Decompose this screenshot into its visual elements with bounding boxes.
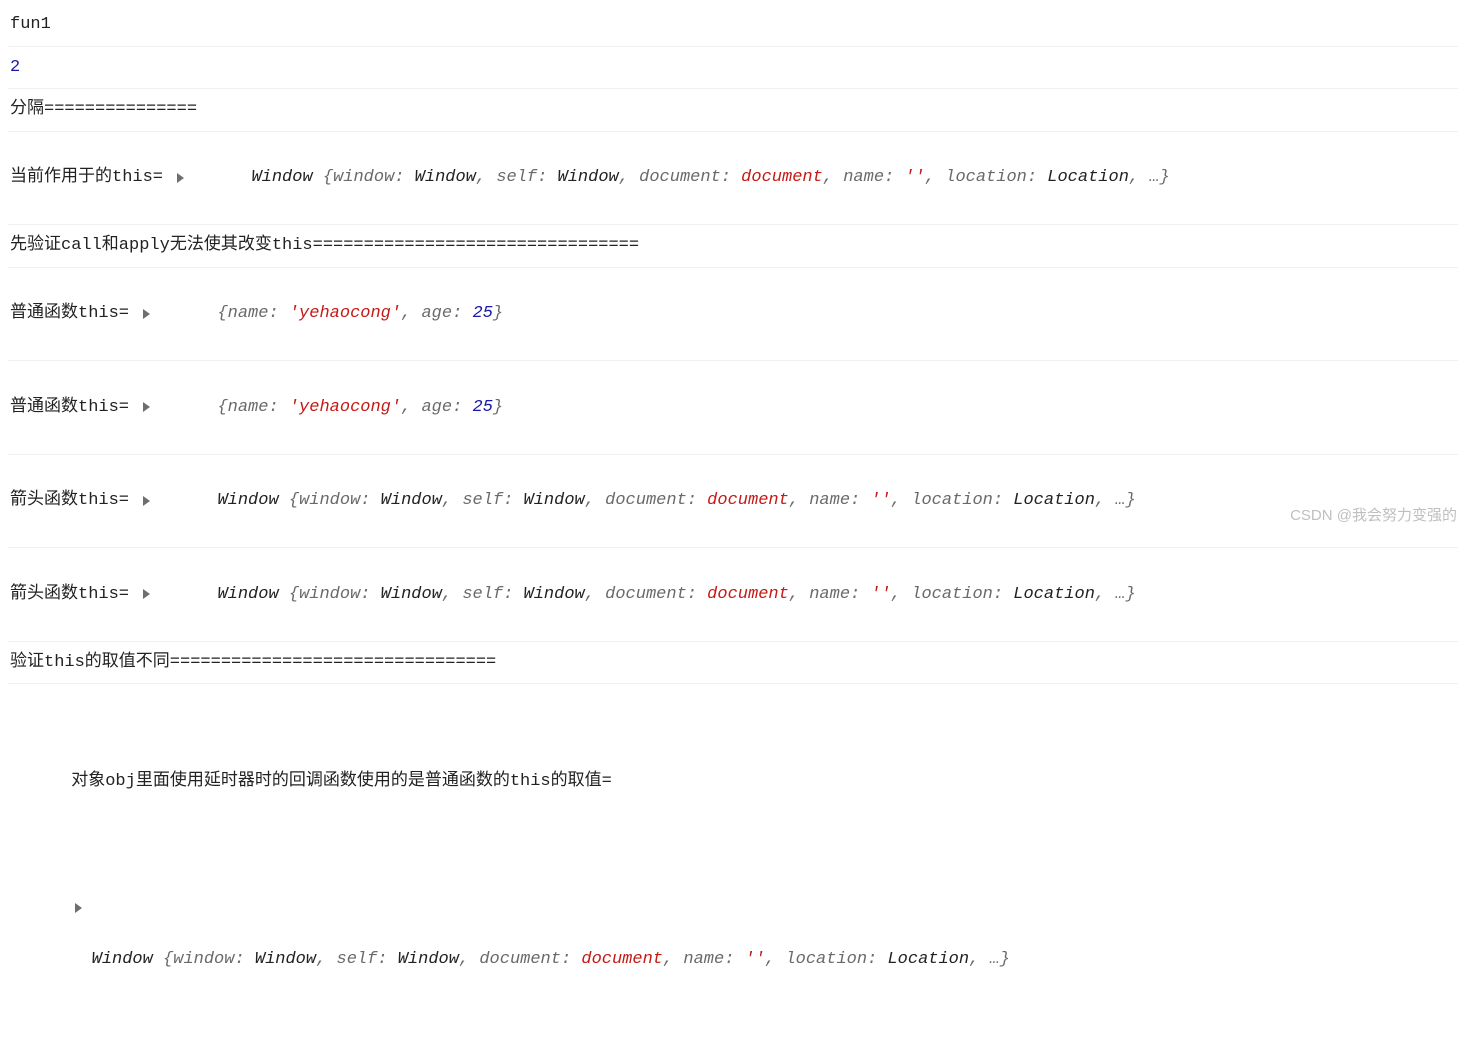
log-text: 箭头函数this= — [10, 488, 139, 514]
expand-icon[interactable] — [143, 402, 150, 412]
log-text: 验证this的取值不同=============================… — [10, 650, 496, 676]
log-line: fun1 — [8, 4, 1458, 47]
log-text: 先验证call和apply无法使其改变this=================… — [10, 233, 639, 259]
object-preview[interactable]: Window {window: Window, self: Window, do… — [10, 950, 1010, 995]
log-text: fun1 — [10, 12, 51, 38]
log-number: 2 — [10, 55, 20, 81]
expand-icon[interactable] — [75, 903, 82, 913]
log-line: 先验证call和apply无法使其改变this=================… — [8, 225, 1458, 268]
log-text: 箭头函数this= — [10, 582, 139, 608]
object-preview[interactable]: {name: 'yehaocong', age: 25} — [156, 276, 503, 353]
log-line: 2 — [8, 47, 1458, 90]
ctor: Window — [251, 168, 312, 187]
expand-icon[interactable] — [177, 173, 184, 183]
object-preview[interactable]: Window {window: Window, self: Window, do… — [190, 140, 1170, 217]
object-preview[interactable]: {name: 'yehaocong', age: 25} — [156, 369, 503, 446]
log-line: 分隔=============== — [8, 89, 1458, 132]
expand-icon[interactable] — [143, 309, 150, 319]
log-line: 验证this的取值不同=============================… — [8, 642, 1458, 685]
expand-icon[interactable] — [143, 589, 150, 599]
log-line: 普通函数this= {name: 'yehaocong', age: 25} — [8, 361, 1458, 455]
log-text: 分隔=============== — [10, 97, 197, 123]
log-text: 当前作用于的this= — [10, 165, 173, 191]
log-text: 普通函数this= — [10, 395, 139, 421]
log-line: 箭头函数this= Window {window: Window, self: … — [8, 548, 1458, 642]
expand-icon[interactable] — [143, 496, 150, 506]
log-line: 普通函数this= {name: 'yehaocong', age: 25} — [8, 268, 1458, 362]
object-preview[interactable]: Window {window: Window, self: Window, do… — [156, 556, 1136, 633]
object-preview[interactable]: Window {window: Window, self: Window, do… — [156, 463, 1136, 540]
console-output: fun1 2 分隔=============== 当前作用于的this= Win… — [0, 0, 1466, 1062]
log-text: 普通函数this= — [10, 301, 139, 327]
log-line: 当前作用于的this= Window {window: Window, self… — [8, 132, 1458, 226]
log-line: 对象obj里面使用延时器时的回调函数使用的是普通函数的this的取值= Wind… — [8, 684, 1458, 1062]
log-text: 对象obj里面使用延时器时的回调函数使用的是普通函数的this的取值= — [71, 772, 612, 791]
log-line: 箭头函数this= Window {window: Window, self: … — [8, 455, 1458, 549]
